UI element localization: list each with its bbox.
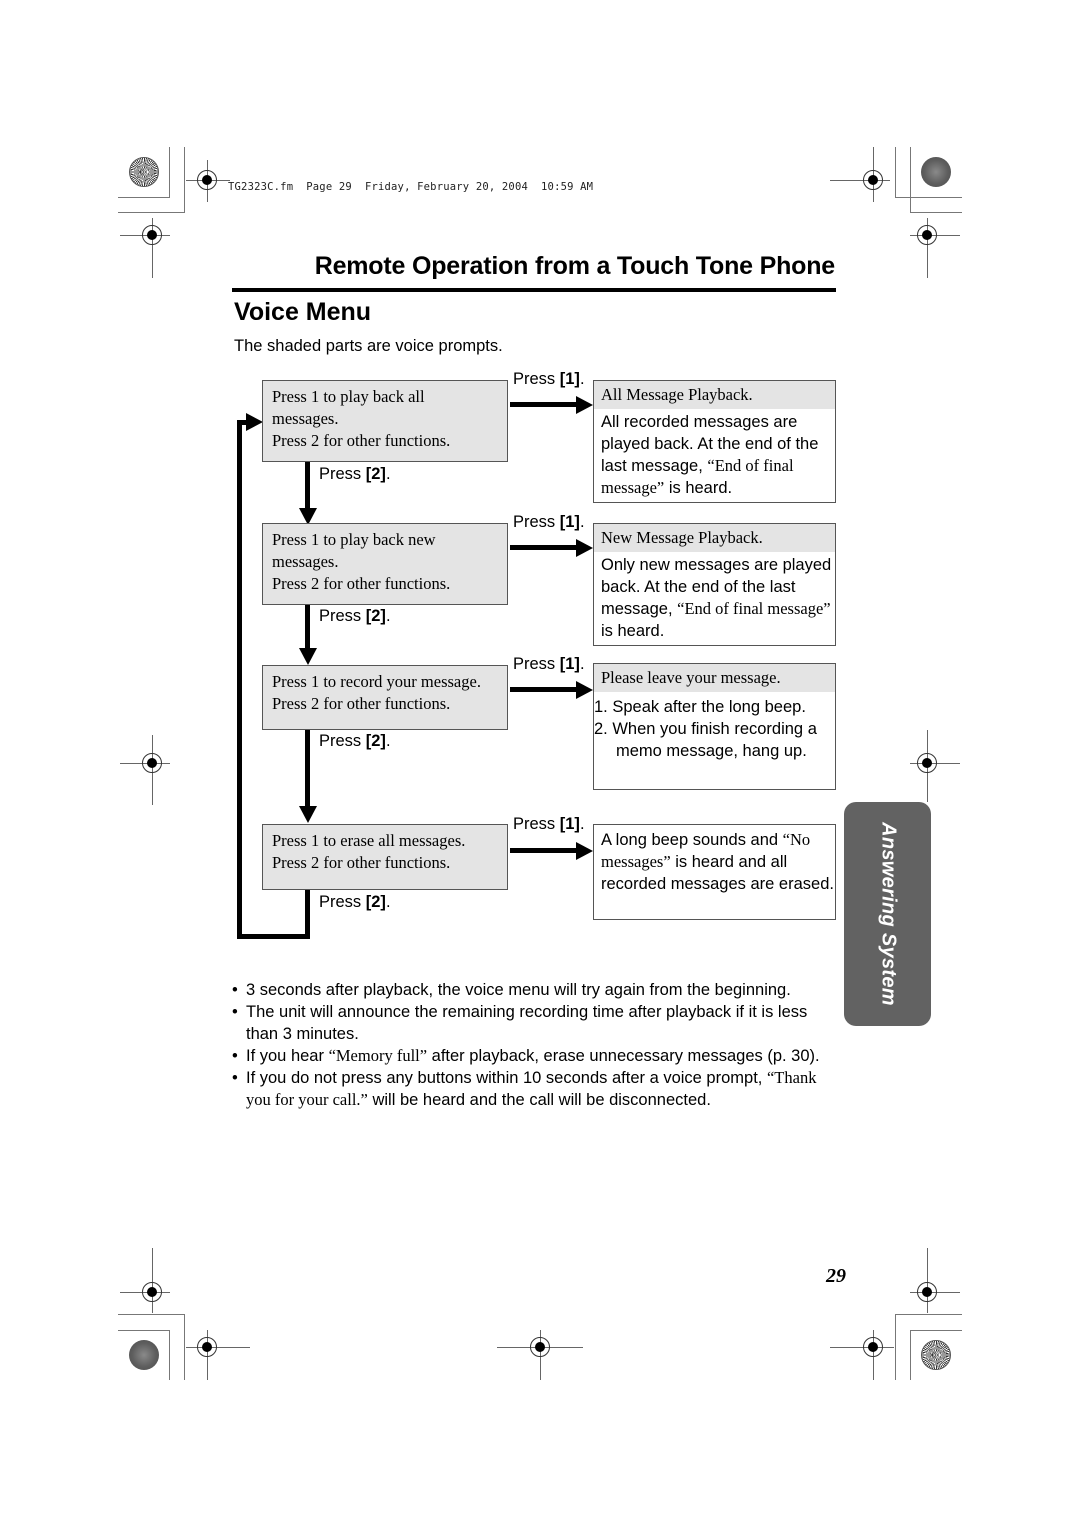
result-voice-prompt: New Message Playback. [594, 524, 835, 552]
result-steps: 1. Speak after the long beep. 2. When yo… [594, 698, 817, 760]
registration-mark-icon [197, 1337, 217, 1357]
press-2-label: Press [2]. [319, 893, 391, 911]
result-description: Only new messages are played back. At th… [601, 556, 832, 640]
registration-mark-icon [142, 1282, 162, 1302]
press-2-label: Press [2]. [319, 732, 391, 750]
press-1-label: Press [1]. [513, 815, 585, 833]
arrow-right-icon [576, 539, 593, 557]
print-stamp: TG2323C.fm Page 29 Friday, February 20, … [228, 181, 594, 193]
note-item: • 3 seconds after playback, the voice men… [232, 981, 791, 999]
note-item: • If you hear “Memory full” after playbac… [232, 1046, 820, 1065]
arrow-right-icon [576, 396, 593, 414]
crop-mark [169, 1330, 170, 1380]
dark-target-icon [921, 157, 951, 187]
arrow-line [510, 848, 578, 853]
voice-prompt-box: Press 1 to record your message. Press 2 … [262, 665, 508, 730]
registration-mark-icon [142, 753, 162, 773]
star-target-icon [129, 157, 159, 187]
registration-mark-icon [917, 753, 937, 773]
press-2-label: Press [2]. [319, 465, 391, 483]
crop-mark [118, 1330, 170, 1331]
notes-list: • 3 seconds after playback, the voice men… [232, 979, 842, 1111]
note-item: • If you do not press any buttons within … [232, 1068, 817, 1109]
registration-mark-icon [917, 225, 937, 245]
arrow-line [305, 605, 310, 650]
registration-mark-icon [197, 170, 217, 190]
result-description: A long beep sounds and “No messages” is … [601, 830, 834, 893]
crop-mark [910, 147, 911, 213]
arrow-line [510, 402, 578, 407]
arrow-down-icon [299, 806, 317, 823]
crop-mark [118, 197, 170, 198]
crop-mark [895, 1314, 962, 1315]
intro-text: The shaded parts are voice prompts. [234, 337, 503, 355]
loop-back-line [237, 934, 310, 939]
press-1-label: Press [1]. [513, 513, 585, 531]
crop-mark [910, 1330, 911, 1380]
crop-mark [118, 212, 185, 213]
registration-mark-icon [863, 1337, 883, 1357]
press-2-label: Press [2]. [319, 607, 391, 625]
page-title: Voice Menu [234, 298, 372, 326]
crop-mark [910, 1330, 962, 1331]
result-box: A long beep sounds and “No messages” is … [593, 824, 836, 920]
crop-mark [895, 197, 962, 198]
star-target-icon [921, 1340, 951, 1370]
section-title: Remote Operation from a Touch Tone Phone [314, 252, 835, 280]
registration-mark-icon [917, 1282, 937, 1302]
registration-mark-icon [863, 170, 883, 190]
registration-mark-icon [142, 225, 162, 245]
result-description: All recorded messages are played back. A… [601, 413, 819, 497]
result-box: All Message Playback. All recorded messa… [593, 380, 836, 503]
arrow-line [510, 545, 578, 550]
result-box: New Message Playback. Only new messages … [593, 523, 836, 646]
dark-target-icon [129, 1340, 159, 1370]
voice-prompt-box: Press 1 to play back all messages. Press… [262, 380, 508, 462]
arrow-right-icon [576, 842, 593, 860]
arrow-right-icon [576, 681, 593, 699]
crop-mark [895, 1314, 896, 1380]
arrow-line [305, 462, 310, 510]
arrow-down-icon [299, 648, 317, 665]
title-rule [232, 288, 836, 292]
loop-back-arrow-icon [246, 413, 263, 431]
arrow-line [510, 687, 578, 692]
crop-mark [118, 1314, 185, 1315]
crop-mark [910, 212, 962, 213]
voice-prompt-box: Press 1 to play back new messages. Press… [262, 523, 508, 605]
registration-mark-icon [530, 1337, 550, 1357]
result-voice-prompt: Please leave your message. [594, 664, 835, 692]
page-number: 29 [826, 1265, 846, 1287]
result-box: Please leave your message. 1. Speak afte… [593, 663, 836, 790]
loop-back-line [237, 420, 242, 939]
crop-mark [184, 1314, 185, 1380]
arrow-line [305, 730, 310, 808]
crop-mark [169, 147, 170, 198]
section-tab: Answering System [844, 802, 931, 1026]
voice-prompt-box: Press 1 to erase all messages. Press 2 f… [262, 824, 508, 890]
crop-mark [184, 147, 185, 213]
loop-back-line [305, 889, 310, 939]
note-item: • The unit will announce the remaining re… [232, 1003, 808, 1043]
section-tab-label: Answering System [877, 822, 899, 1006]
crop-mark [895, 147, 896, 198]
result-voice-prompt: All Message Playback. [594, 381, 835, 409]
press-1-label: Press [1]. [513, 655, 585, 673]
press-1-label: Press [1]. [513, 370, 585, 388]
